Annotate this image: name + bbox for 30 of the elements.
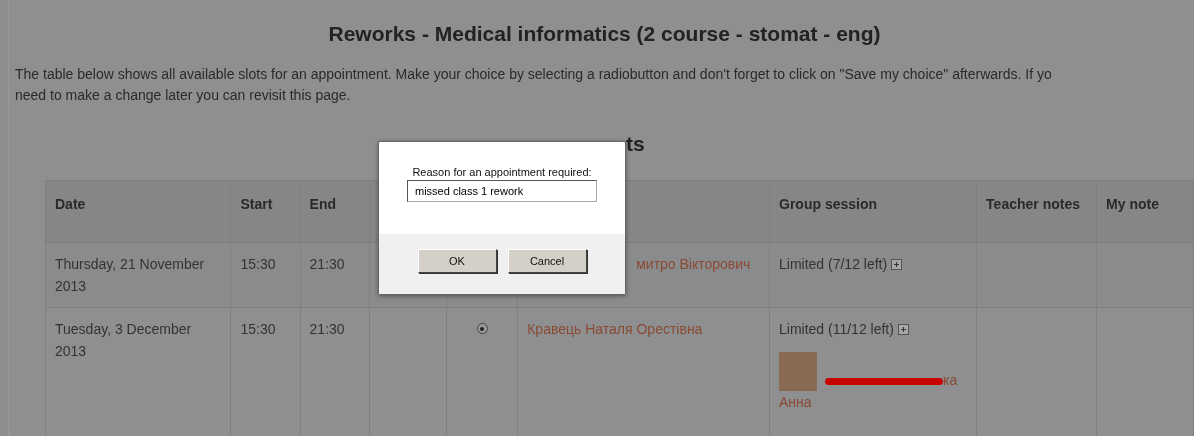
participant-link[interactable]: ка [943, 372, 958, 388]
cancel-button[interactable]: Cancel [507, 249, 587, 273]
column-header: Group session [779, 196, 878, 212]
teacher-link[interactable]: Кравець Наталя Орестівна [527, 321, 703, 337]
table-cell: 15:30 [240, 321, 276, 337]
expand-icon[interactable] [897, 323, 909, 335]
teacher-link[interactable]: митро Вікторович [636, 256, 751, 272]
input-field[interactable]: missed class 1 rework [407, 180, 597, 202]
column-header: My note [1106, 196, 1159, 212]
column-header: Teacher notes [986, 196, 1080, 212]
photo-placeholder [779, 352, 817, 391]
column-header: Date [55, 196, 86, 212]
table-cell: 15:30 [240, 256, 276, 272]
section-heading: ts [626, 131, 646, 156]
table-cell: 21:30 [309, 321, 345, 337]
field-label: Reason for an appointment required: [412, 166, 592, 178]
column-header: End [309, 196, 336, 212]
participant-link[interactable]: Анна [779, 391, 968, 413]
column-header: Start [240, 196, 273, 212]
intro-text: need to make a change later you can revisit this page. [15, 86, 352, 105]
expand-icon[interactable] [891, 258, 903, 270]
page-title: Reworks - Medical informatics (2 course - stomat - eng) [327, 21, 882, 46]
table-cell: Thursday, 21 November 2013 [55, 256, 205, 294]
table-cell: Tuesday, 3 December 2013 [55, 321, 192, 359]
table-cell: 21:30 [309, 256, 345, 272]
ok-button[interactable]: OK [417, 249, 497, 273]
table-cell-text: Limited (7/12 left) [779, 255, 888, 274]
table-cell-text: Limited (11/12 left) [779, 320, 894, 339]
intro-text: The table below shows all available slots for an appointment. Make your choice by selecting a radiobutton and don't forget to click on "Save my choice" afterwards. If yo [15, 65, 1053, 84]
radio-button[interactable] [476, 323, 488, 334]
